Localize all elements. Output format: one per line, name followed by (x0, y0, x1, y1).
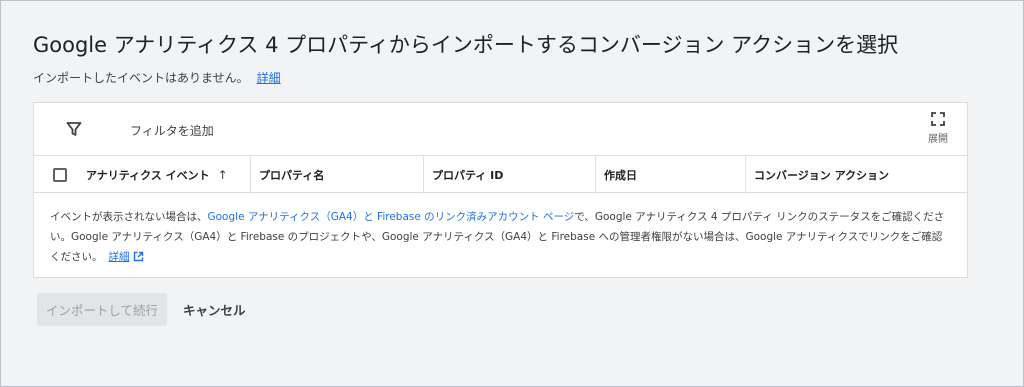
column-header-property-id[interactable]: プロパティ ID (423, 156, 595, 193)
add-filter-button[interactable]: フィルタを追加 (130, 122, 214, 139)
column-header-property-name[interactable]: プロパティ名 (250, 156, 423, 193)
fullscreen-icon (931, 112, 945, 126)
column-header-label: アナリティクス イベント (86, 168, 210, 182)
table-header: アナリティクス イベント ↑ プロパティ名 プロパティ ID 作成日 コンバージ… (34, 156, 967, 193)
column-header-event[interactable]: アナリティクス イベント ↑ (86, 156, 250, 193)
linked-accounts-link[interactable]: Google アナリティクス（GA4）と Firebase のリンク済みアカウン… (208, 211, 575, 223)
external-link-icon[interactable] (133, 251, 144, 262)
subtitle-text: インポートしたイベントはありません。 (33, 71, 249, 85)
expand-label: 展開 (928, 134, 948, 145)
filter-bar: フィルタを追加 展開 (34, 103, 967, 156)
column-header-conversion-action[interactable]: コンバージョン アクション (745, 156, 967, 193)
sort-ascending-icon: ↑ (217, 167, 228, 182)
import-and-continue-button[interactable]: インポートして続行 (37, 293, 167, 326)
dialog: Google アナリティクス 4 プロパティからインポートするコンバージョン ア… (0, 0, 1024, 387)
column-header-created-date[interactable]: 作成日 (595, 156, 745, 193)
select-all-checkbox[interactable] (53, 168, 67, 182)
page-title: Google アナリティクス 4 プロパティからインポートするコンバージョン ア… (33, 33, 899, 57)
empty-state-message: イベントが表示されない場合は、Google アナリティクス（GA4）と Fire… (50, 207, 950, 267)
column-header-label: プロパティ ID (432, 168, 504, 182)
learn-more-link[interactable]: 詳細 (109, 251, 130, 263)
info-text: イベントが表示されない場合は、 (50, 211, 208, 223)
column-header-label: コンバージョン アクション (754, 168, 890, 182)
events-table-card: フィルタを追加 展開 アナリティクス イベント ↑ プロパティ名 プロパティ I… (33, 102, 968, 278)
filter-icon[interactable] (66, 121, 82, 137)
cancel-button[interactable]: キャンセル (175, 293, 254, 326)
subtitle: インポートしたイベントはありません。 詳細 (33, 69, 281, 86)
column-header-label: 作成日 (604, 168, 637, 182)
column-header-label: プロパティ名 (259, 168, 325, 182)
expand-button[interactable]: 展開 (923, 112, 953, 145)
learn-more-link[interactable]: 詳細 (257, 71, 281, 85)
